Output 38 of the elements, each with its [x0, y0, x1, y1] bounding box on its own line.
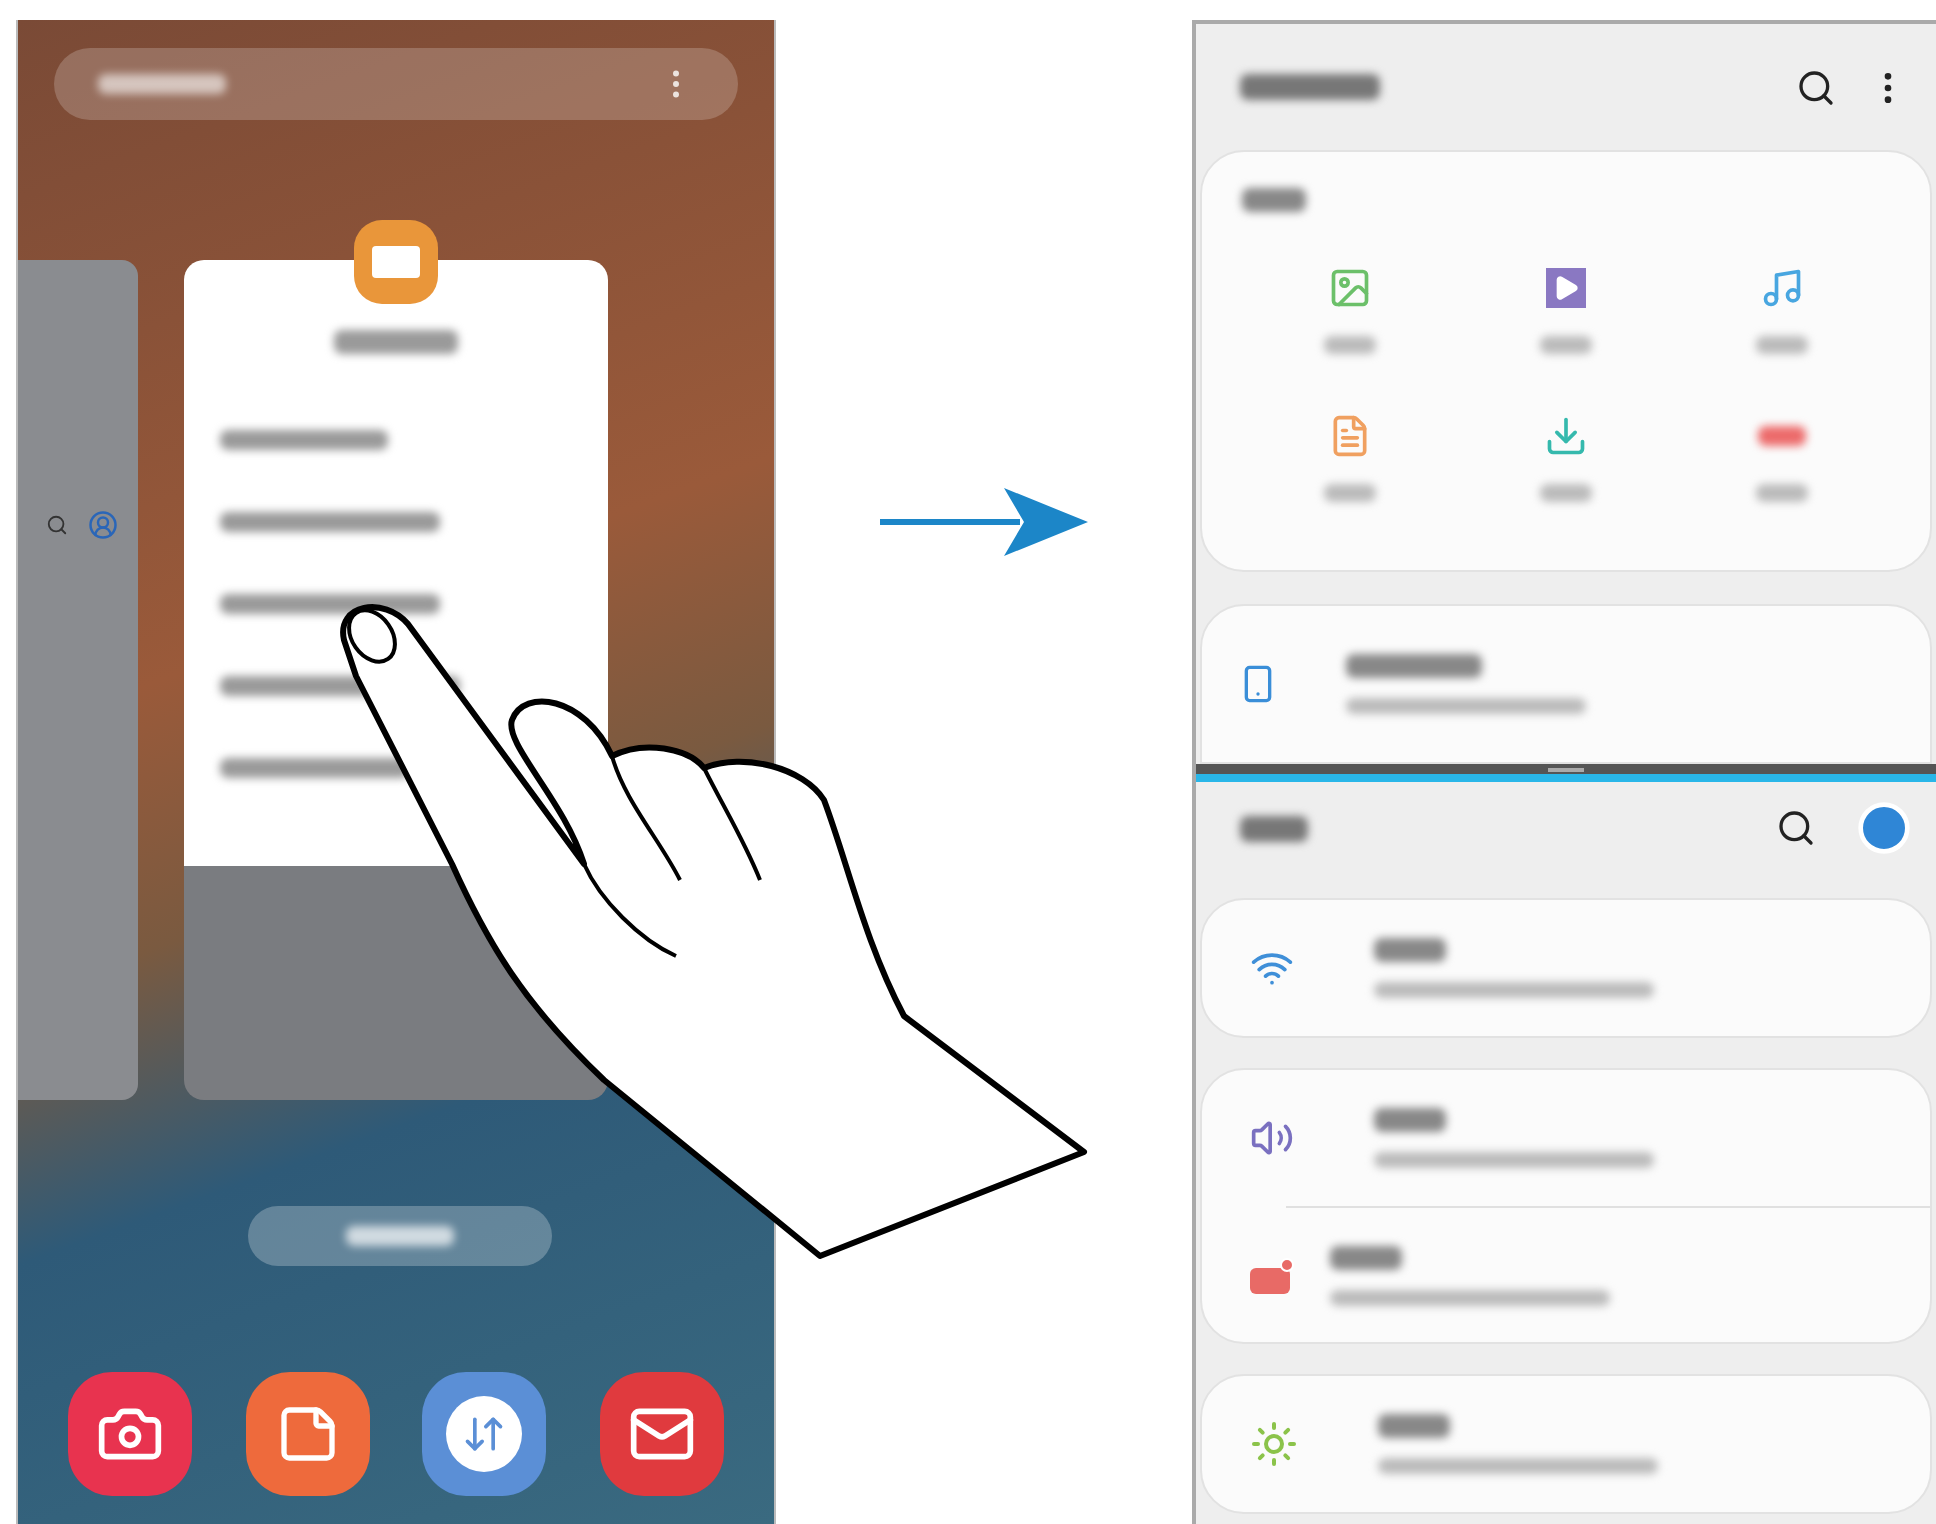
blurred-text [1756, 336, 1808, 354]
storage-card[interactable] [1200, 604, 1932, 764]
blurred-text [334, 330, 458, 354]
folder-app-icon [354, 220, 438, 304]
blurred-text [1324, 484, 1376, 502]
speaker-icon [1250, 1116, 1294, 1160]
document-icon [1328, 414, 1372, 458]
camera-app-icon[interactable] [68, 1372, 192, 1496]
transfer-app-icon[interactable] [422, 1372, 547, 1496]
blurred-label [1758, 426, 1806, 446]
blurred-text [1378, 1414, 1450, 1438]
search-icon[interactable] [1796, 67, 1836, 107]
blurred-text [1374, 1108, 1446, 1132]
blurred-text [1756, 484, 1808, 502]
image-icon [1328, 266, 1372, 310]
sun-icon [1250, 1420, 1298, 1468]
search-icon[interactable] [1776, 808, 1816, 848]
arrow-icon [880, 488, 1088, 556]
search-icon [46, 514, 68, 536]
blurred-text [1324, 336, 1376, 354]
music-note-icon [1760, 266, 1804, 310]
notification-icon [1250, 1257, 1294, 1293]
play-icon [1546, 268, 1586, 308]
blurred-text [1374, 938, 1446, 962]
blurred-text [1240, 815, 1308, 841]
blurred-text [1330, 1245, 1402, 1269]
blurred-text [98, 74, 226, 94]
blurred-text [1346, 654, 1482, 678]
blurred-text [1540, 336, 1592, 354]
download-icon [1544, 414, 1588, 458]
email-app-icon[interactable] [599, 1372, 724, 1496]
close-all-button[interactable] [248, 1206, 552, 1266]
notes-app-icon[interactable] [245, 1372, 370, 1496]
search-bar[interactable] [54, 48, 738, 120]
blurred-text [1240, 74, 1380, 100]
blurred-text [346, 1226, 454, 1246]
blurred-text [1242, 188, 1306, 212]
blurred-text [1540, 484, 1592, 502]
